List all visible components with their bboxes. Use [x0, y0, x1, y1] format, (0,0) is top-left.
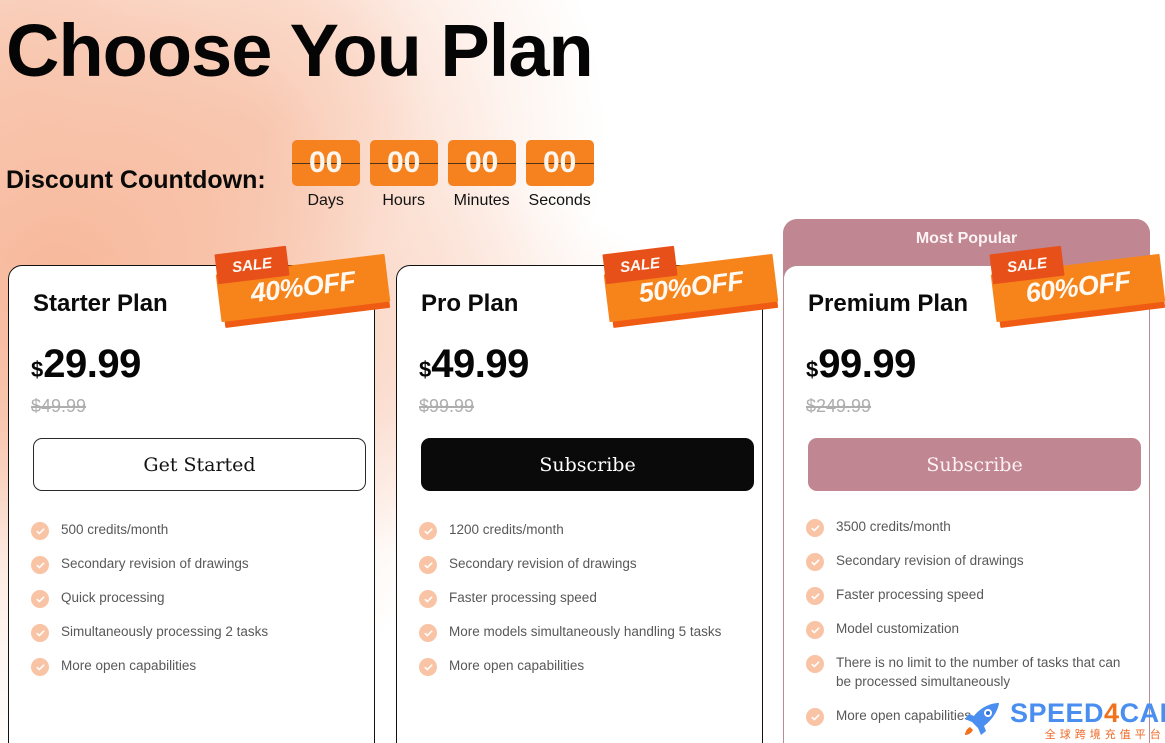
feature-text: 3500 credits/month [836, 519, 951, 534]
check-circle-icon [806, 621, 824, 639]
check-circle-icon [419, 624, 437, 642]
price-currency: $ [31, 357, 44, 382]
list-item: Simultaneously processing 2 tasks [31, 623, 361, 642]
list-item: Quick processing [31, 589, 361, 608]
check-circle-icon [31, 590, 49, 608]
plan-old-price: $99.99 [419, 396, 475, 416]
countdown-unit-minutes: 00 Minutes [447, 140, 516, 210]
countdown-label: Discount Countdown: [6, 166, 266, 194]
list-item: More open capabilities [31, 657, 361, 676]
check-circle-icon [806, 587, 824, 605]
feature-text: More open capabilities [61, 658, 197, 673]
list-item: More open capabilities [806, 707, 1136, 727]
countdown-name-minutes: Minutes [453, 192, 510, 209]
countdown-units: 00 Days 00 Hours 00 Minutes 00 Seconds [291, 140, 594, 210]
feature-text: More open capabilities [836, 708, 972, 724]
countdown-name-days: Days [307, 192, 344, 209]
plan-price: $ 99.99 [806, 344, 916, 384]
feature-list: 1200 credits/month Secondary revision of… [419, 521, 749, 691]
list-item: Secondary revision of drawings [419, 555, 749, 574]
check-circle-icon [806, 708, 824, 727]
list-item: 1200 credits/month [419, 521, 749, 540]
feature-text: 1200 credits/month [449, 522, 564, 537]
countdown-unit-hours: 00 Hours [369, 140, 438, 210]
countdown-name-hours: Hours [382, 192, 426, 209]
subscribe-button[interactable]: Subscribe [808, 438, 1141, 491]
feature-text: Secondary revision of drawings [449, 556, 637, 571]
check-circle-icon [419, 590, 437, 608]
discount-countdown: Discount Countdown: 00 Days 00 Hours 00 … [6, 140, 594, 210]
plan-old-price: $49.99 [31, 396, 87, 416]
feature-text: Quick processing [61, 590, 165, 605]
plan-price: $ 49.99 [419, 344, 529, 384]
plan-price: $ 29.99 [31, 344, 141, 384]
list-item: Model customization [806, 620, 1136, 639]
feature-text: 500 credits/month [61, 522, 169, 537]
check-circle-icon [806, 519, 824, 537]
price-value: 49.99 [431, 342, 529, 386]
list-item: More models simultaneously handling 5 ta… [419, 623, 749, 642]
check-circle-icon [806, 553, 824, 571]
countdown-name-seconds: Seconds [528, 192, 591, 209]
countdown-unit-seconds: 00 Seconds [525, 140, 594, 210]
countdown-box-hours: 00 [369, 140, 438, 186]
list-item: Secondary revision of drawings [806, 552, 1136, 571]
check-circle-icon [31, 522, 49, 540]
most-popular-label: Most Popular [915, 230, 1018, 247]
plan-card-pro[interactable]: Pro Plan $ 49.99 $99.99 Subscribe 1200 c… [396, 265, 763, 743]
feature-text: Faster processing speed [836, 587, 984, 602]
feature-text: Simultaneously processing 2 tasks [61, 624, 269, 639]
feature-list: 3500 credits/month Secondary revision of… [806, 518, 1136, 741]
list-item: 3500 credits/month [806, 518, 1136, 537]
price-currency: $ [806, 357, 819, 382]
countdown-box-minutes: 00 [447, 140, 516, 186]
plan-name: Premium Plan [808, 290, 969, 317]
plan-name: Starter Plan [33, 290, 168, 317]
countdown-value-days: 00 [308, 146, 343, 179]
countdown-value-seconds: 00 [542, 146, 577, 179]
get-started-button[interactable]: Get Started [33, 438, 366, 491]
list-item: Secondary revision of drawings [31, 555, 361, 574]
check-circle-icon [31, 658, 49, 676]
feature-list: 500 credits/month Secondary revision of … [31, 521, 361, 691]
check-circle-icon [31, 556, 49, 574]
countdown-box-seconds: 00 [525, 140, 594, 186]
list-item: Faster processing speed [419, 589, 749, 608]
price-value: 99.99 [818, 342, 916, 386]
countdown-value-hours: 00 [386, 146, 421, 179]
page-title: Choose You Plan [6, 9, 594, 92]
list-item: More open capabilities [419, 657, 749, 676]
countdown-box-days: 00 [291, 140, 360, 186]
check-circle-icon [806, 655, 824, 673]
feature-text: More models simultaneously handling 5 ta… [449, 624, 722, 639]
list-item: 500 credits/month [31, 521, 361, 540]
price-currency: $ [419, 357, 432, 382]
feature-text: Faster processing speed [449, 590, 597, 605]
countdown-unit-days: 00 Days [291, 140, 360, 210]
feature-text: Model customization [836, 621, 960, 636]
price-value: 29.99 [43, 342, 141, 386]
countdown-value-minutes: 00 [464, 146, 499, 179]
list-item: There is no limit to the number of tasks… [806, 654, 1136, 691]
feature-text: Secondary revision of drawings [836, 553, 1024, 568]
subscribe-button[interactable]: Subscribe [421, 438, 754, 491]
list-item: Faster processing speed [806, 586, 1136, 605]
check-circle-icon [419, 556, 437, 574]
check-circle-icon [419, 658, 437, 676]
plan-card-premium[interactable]: Premium Plan $ 99.99 $249.99 Subscribe 3… [783, 265, 1150, 743]
plan-name: Pro Plan [421, 290, 519, 317]
plan-card-starter[interactable]: Starter Plan $ 29.99 $49.99 Get Started … [8, 265, 375, 743]
check-circle-icon [419, 522, 437, 540]
plan-old-price: $249.99 [806, 396, 872, 416]
feature-text: Secondary revision of drawings [61, 556, 249, 571]
check-circle-icon [31, 624, 49, 642]
feature-text: More open capabilities [449, 658, 585, 673]
feature-text: There is no limit to the number of tasks… [836, 655, 1121, 689]
